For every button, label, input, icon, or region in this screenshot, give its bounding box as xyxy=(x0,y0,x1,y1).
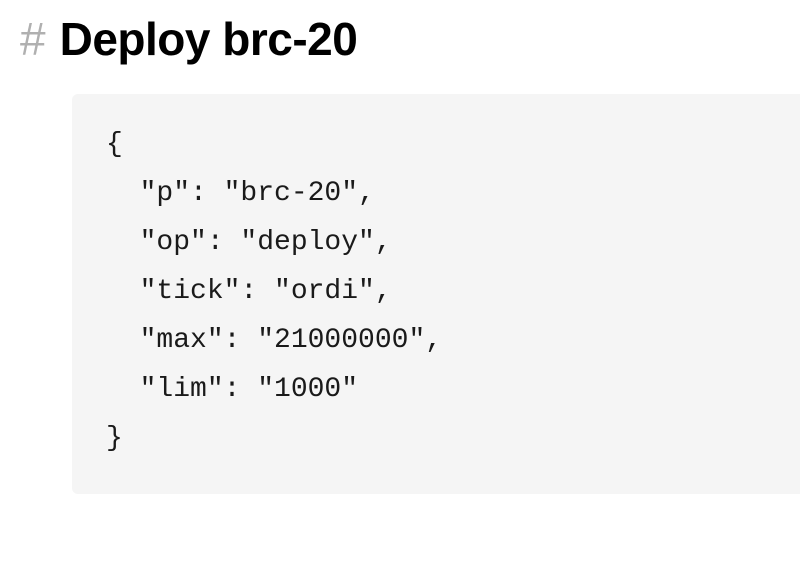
heading-hash-icon: # xyxy=(20,12,46,66)
code-content: { "p": "brc-20", "op": "deploy", "tick":… xyxy=(106,120,766,463)
code-block: { "p": "brc-20", "op": "deploy", "tick":… xyxy=(72,94,800,494)
page-title: Deploy brc-20 xyxy=(60,12,358,66)
page-heading: # Deploy brc-20 xyxy=(0,0,800,66)
